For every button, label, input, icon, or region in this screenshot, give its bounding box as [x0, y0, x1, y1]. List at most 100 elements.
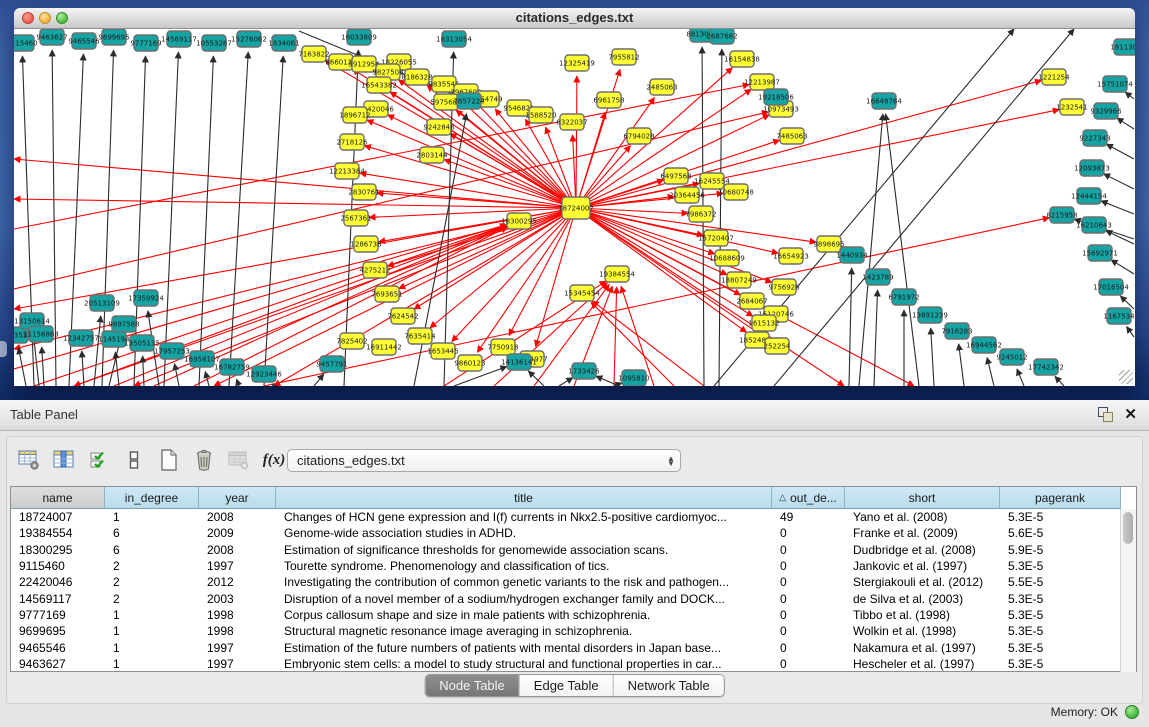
table-cell[interactable]: 5.9E-5: [1000, 543, 1121, 557]
graph-edge[interactable]: [576, 98, 654, 208]
table-cell[interactable]: 49: [772, 510, 845, 524]
column-header-out_de[interactable]: △out_de...: [772, 487, 845, 509]
table-cell[interactable]: 2009: [199, 526, 276, 540]
table-cell[interactable]: 1998: [199, 608, 276, 622]
table-cell[interactable]: 0: [772, 657, 845, 671]
table-cell[interactable]: 1: [105, 657, 199, 671]
graph-edge[interactable]: [229, 52, 248, 386]
table-cell[interactable]: 22420046: [11, 575, 105, 589]
graph-edge[interactable]: [987, 358, 994, 386]
table-panel-titlebar[interactable]: Table Panel ✕: [0, 400, 1149, 431]
table-options-icon[interactable]: [16, 447, 42, 473]
table-cell[interactable]: 9115460: [11, 559, 105, 573]
table-cell[interactable]: 9777169: [11, 608, 105, 622]
table-cell[interactable]: Dudbridge et al. (2008): [845, 543, 1000, 557]
graph-edge[interactable]: [94, 316, 101, 386]
table-scrollbar[interactable]: [1120, 509, 1136, 672]
table-cell[interactable]: Structural magnetic resonance image aver…: [276, 624, 772, 638]
table-cell[interactable]: Jankovic et al. (1997): [845, 559, 1000, 573]
graph-edge[interactable]: [719, 49, 722, 386]
table-cell[interactable]: 0: [772, 543, 845, 557]
table-row[interactable]: 1830029562008Estimation of significance …: [11, 542, 1136, 558]
column-header-year[interactable]: year: [199, 487, 276, 509]
table-scrollbar-thumb[interactable]: [1123, 512, 1133, 544]
function-builder-icon[interactable]: f(x): [261, 447, 287, 473]
close-panel-icon[interactable]: ✕: [1124, 405, 1137, 423]
graph-edge[interactable]: [1055, 376, 1064, 386]
memory-ok-indicator[interactable]: [1125, 705, 1139, 719]
float-window-icon[interactable]: [1098, 407, 1113, 422]
table-row[interactable]: 946362711997Embryonic stem cells: a mode…: [11, 656, 1136, 672]
graph-edge[interactable]: [525, 119, 576, 208]
graph-edge[interactable]: [849, 268, 852, 386]
table-cell[interactable]: 1997: [199, 641, 276, 655]
table-cell[interactable]: 5.5E-5: [1000, 575, 1121, 589]
table-cell[interactable]: Genome-wide association studies in ADHD.: [276, 526, 772, 540]
select-all-rows-icon[interactable]: [86, 447, 112, 473]
window-resize-grip[interactable]: [1119, 370, 1133, 384]
table-cell[interactable]: 2: [105, 592, 199, 606]
table-cell[interactable]: 5.3E-5: [1000, 641, 1121, 655]
table-cell[interactable]: Wolkin et al. (1998): [845, 624, 1000, 638]
table-cell[interactable]: 0: [772, 559, 845, 573]
table-cell[interactable]: Tibbo et al. (1998): [845, 608, 1000, 622]
graph-edge[interactable]: [1125, 92, 1134, 99]
graph-edge[interactable]: [774, 29, 1074, 386]
table-cell[interactable]: 5.3E-5: [1000, 624, 1121, 638]
column-header-short[interactable]: short: [845, 487, 1000, 509]
table-cell[interactable]: 2: [105, 575, 199, 589]
graph-edge[interactable]: [931, 328, 934, 386]
table-cell[interactable]: Nakamura et al. (1997): [845, 641, 1000, 655]
table-cell[interactable]: Changes of HCN gene expression and I(f) …: [276, 510, 772, 524]
column-header-name[interactable]: name: [11, 487, 105, 509]
delete-column-icon[interactable]: [191, 447, 217, 473]
table-cell[interactable]: 2008: [199, 543, 276, 557]
table-cell[interactable]: Investigating the contribution of common…: [276, 575, 772, 589]
column-header-in_degree[interactable]: in_degree: [105, 487, 199, 509]
collapsed-panel-handle[interactable]: [0, 341, 7, 357]
table-cell[interactable]: 2012: [199, 575, 276, 589]
graph-edge[interactable]: [360, 173, 576, 208]
table-cell[interactable]: Estimation of the future numbers of pati…: [276, 641, 772, 655]
table-cell[interactable]: 2: [105, 559, 199, 573]
table-cell[interactable]: 0: [772, 526, 845, 540]
new-column-icon[interactable]: [156, 447, 182, 473]
table-row[interactable]: 946554611997Estimation of the future num…: [11, 639, 1136, 655]
graph-edge[interactable]: [164, 52, 178, 386]
graph-edge[interactable]: [82, 351, 84, 386]
table-cell[interactable]: 2003: [199, 592, 276, 606]
table-cell[interactable]: 19384554: [11, 526, 105, 540]
table-cell[interactable]: 2008: [199, 510, 276, 524]
tab-network-table[interactable]: Network Table: [614, 675, 724, 696]
table-cell[interactable]: 0: [772, 641, 845, 655]
table-cell[interactable]: 1: [105, 510, 199, 524]
table-cell[interactable]: 0: [772, 608, 845, 622]
graph-edge[interactable]: [1111, 260, 1134, 274]
table-cell[interactable]: 1997: [199, 559, 276, 573]
graph-edge[interactable]: [959, 344, 964, 386]
graph-edge[interactable]: [1101, 201, 1134, 214]
graph-edge[interactable]: [1104, 174, 1134, 189]
delete-table-icon[interactable]: [226, 447, 252, 473]
table-cell[interactable]: 0: [772, 624, 845, 638]
table-cell[interactable]: 1997: [199, 657, 276, 671]
table-row[interactable]: 977716911998Corpus callosum shape and si…: [11, 607, 1136, 623]
table-cell[interactable]: 18300295: [11, 543, 105, 557]
table-cell[interactable]: Estimation of significance thresholds fo…: [276, 543, 772, 557]
table-cell[interactable]: 5.3E-5: [1000, 608, 1121, 622]
table-cell[interactable]: 9465546: [11, 641, 105, 655]
table-cell[interactable]: 1: [105, 641, 199, 655]
tab-node-table[interactable]: Node Table: [425, 675, 520, 696]
table-row[interactable]: 1456911722003Disruption of a novel membe…: [11, 590, 1136, 606]
table-cell[interactable]: de Silva et al. (2003): [845, 592, 1000, 606]
table-cell[interactable]: 5.3E-5: [1000, 592, 1121, 606]
graph-edge[interactable]: [874, 290, 878, 386]
table-cell[interactable]: 5.3E-5: [1000, 657, 1121, 671]
column-header-pagerank[interactable]: pagerank: [1000, 487, 1121, 509]
table-cell[interactable]: 6: [105, 526, 199, 540]
window-titlebar[interactable]: citations_edges.txt: [14, 8, 1135, 29]
table-cell[interactable]: Hescheler et al. (1997): [845, 657, 1000, 671]
table-cell[interactable]: 5.3E-5: [1000, 559, 1121, 573]
graph-edge[interactable]: [559, 378, 573, 386]
clear-selection-icon[interactable]: [121, 447, 147, 473]
